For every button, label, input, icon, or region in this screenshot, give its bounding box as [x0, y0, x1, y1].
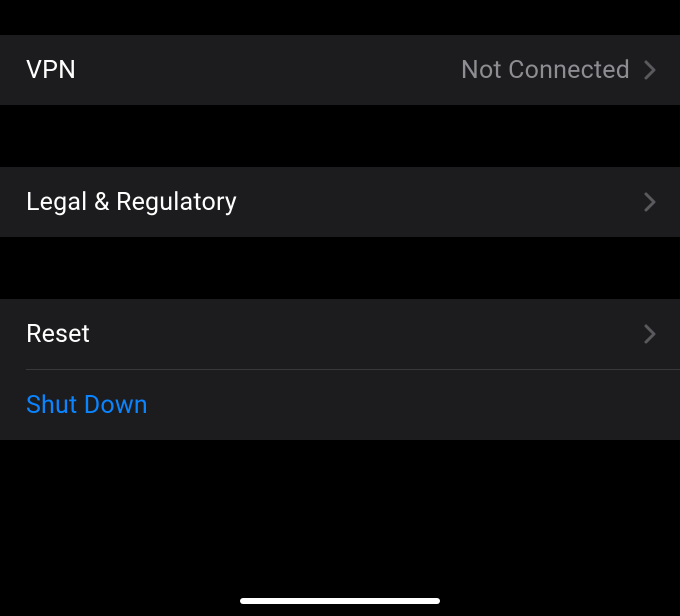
- legal-regulatory-row[interactable]: Legal & Regulatory: [0, 167, 680, 237]
- settings-group-legal: Legal & Regulatory: [0, 167, 680, 237]
- vpn-status: Not Connected: [461, 56, 630, 85]
- chevron-right-icon: [644, 192, 656, 212]
- settings-group-vpn: VPN Not Connected: [0, 35, 680, 105]
- shut-down-label: Shut Down: [26, 391, 148, 420]
- vpn-row[interactable]: VPN Not Connected: [0, 35, 680, 105]
- reset-row[interactable]: Reset: [0, 299, 680, 369]
- legal-regulatory-label: Legal & Regulatory: [26, 188, 237, 217]
- chevron-right-icon: [644, 60, 656, 80]
- reset-label: Reset: [26, 320, 90, 349]
- home-indicator[interactable]: [240, 598, 440, 604]
- shut-down-row[interactable]: Shut Down: [0, 370, 680, 440]
- vpn-label: VPN: [26, 56, 76, 85]
- settings-group-reset: Reset Shut Down: [0, 299, 680, 440]
- chevron-right-icon: [644, 324, 656, 344]
